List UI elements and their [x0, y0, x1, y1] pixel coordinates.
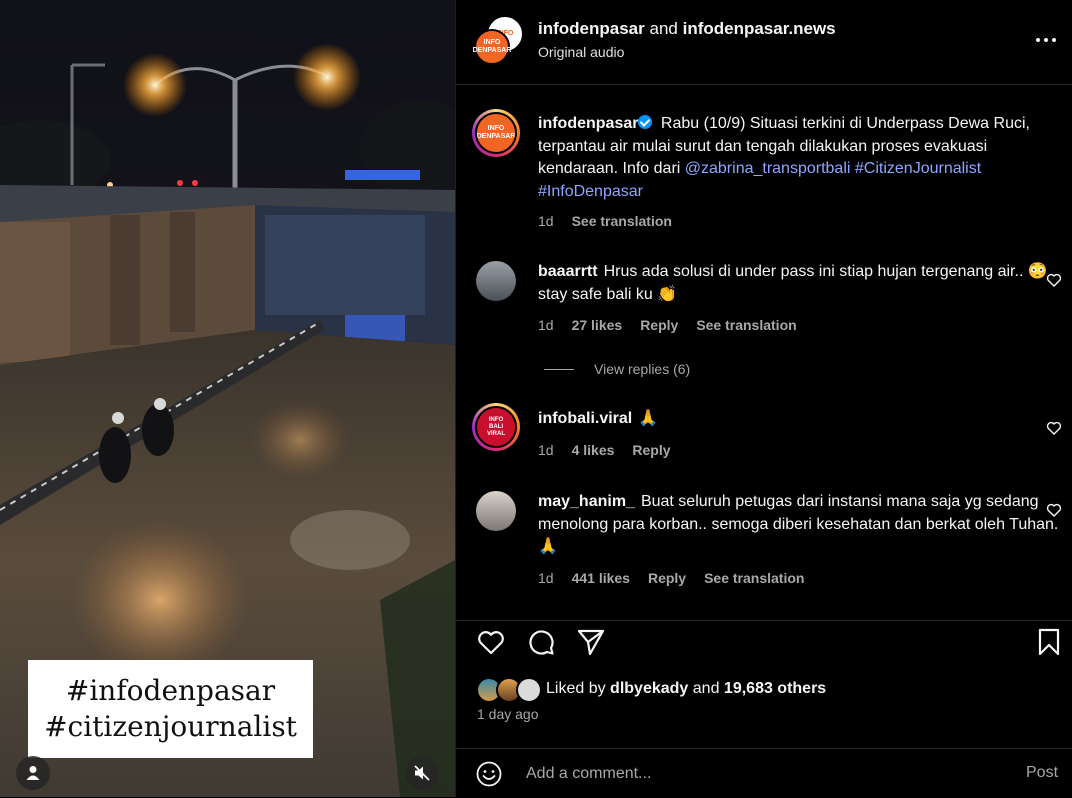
author-link-infodenpasar[interactable]: infodenpasar [538, 19, 645, 38]
view-replies-button[interactable]: View replies (6) [544, 361, 690, 377]
comment-username[interactable]: baaarrtt [538, 263, 598, 280]
likes-conjunction: and [692, 680, 720, 697]
post-date[interactable]: 1 day ago [477, 706, 539, 722]
more-dot-icon [1052, 38, 1056, 42]
hashtag-link-infodenpasar[interactable]: #InfoDenpasar [538, 183, 643, 200]
reply-button[interactable]: Reply [640, 317, 678, 333]
comment-text: Hrus ada solusi di under pass ini stiap … [538, 263, 1048, 303]
authors-conjunction: and [649, 19, 678, 38]
comment-time: 1d [538, 317, 554, 333]
comment-username[interactable]: may_hanim_ [538, 493, 635, 510]
audio-link[interactable]: Original audio [538, 44, 624, 60]
post-header: INFO INFO DENPASAR infodenpasar and info… [456, 0, 1072, 85]
logo-text-info: INFO [483, 39, 501, 46]
collab-avatars[interactable]: INFO INFO DENPASAR [472, 17, 522, 65]
comment-time: 1d [538, 442, 554, 458]
verified-badge-icon [638, 115, 653, 129]
mention-link[interactable]: @zabrina_transportbali [685, 160, 851, 177]
caption-time: 1d [538, 213, 554, 229]
post-authors: infodenpasar and infodenpasar.news [538, 19, 836, 39]
see-translation-button[interactable]: See translation [704, 570, 804, 586]
instagram-post-modal: #infodenpasar #citizenjournalist INFO IN… [0, 0, 1072, 797]
comment-username[interactable]: infobali.viral [538, 410, 632, 427]
speaker-muted-icon [414, 765, 430, 781]
post-video[interactable]: #infodenpasar #citizenjournalist [0, 0, 455, 797]
more-dot-icon [1044, 38, 1048, 42]
liker-username[interactable]: dlbyekady [610, 680, 688, 698]
comment-text: 🙏 [638, 410, 659, 427]
replies-divider-line [544, 368, 574, 370]
see-translation-button[interactable]: See translation [696, 317, 796, 333]
comment-body: infobali.viral 🙏 [538, 408, 1063, 431]
mute-toggle-button[interactable] [405, 756, 439, 790]
post-action-bar [456, 620, 1072, 669]
commenter-avatar[interactable] [476, 491, 516, 531]
commenter-avatar[interactable]: INFO BALI VIRAL [472, 403, 520, 451]
avatar-infodenpasar: INFO DENPASAR [472, 29, 512, 65]
comment-body: may_hanim_ Buat seluruh petugas dari inst… [538, 491, 1063, 559]
comment-meta: 1d 441 likes Reply See translation [538, 570, 804, 586]
comment-input[interactable] [526, 763, 986, 785]
user-tag-icon [26, 766, 40, 780]
more-options-button[interactable] [1034, 30, 1058, 50]
caption-meta: 1d See translation [538, 213, 672, 229]
logo-text-viral: VIRAL [487, 430, 505, 437]
caption-username[interactable]: infodenpasar [538, 115, 638, 132]
liked-by-prefix: Liked by [546, 680, 606, 697]
reply-button[interactable]: Reply [648, 570, 686, 586]
post-side-panel: INFO INFO DENPASAR infodenpasar and info… [455, 0, 1072, 797]
comment-likes-count[interactable]: 27 likes [572, 317, 623, 333]
caption-avatar[interactable]: INFO DENPASAR [472, 109, 520, 157]
emoji-smiley-icon[interactable] [476, 761, 502, 787]
tagged-users-button[interactable] [16, 756, 50, 790]
comment-composer: Post [456, 748, 1072, 798]
liker-avatar [516, 677, 542, 703]
share-paper-plane-icon[interactable] [576, 627, 606, 657]
comment-bubble-icon[interactable] [526, 627, 556, 657]
comment-time: 1d [538, 570, 554, 586]
hashtag-overlay-text: #infodenpasar #citizenjournalist [28, 660, 313, 758]
logo-text-denpasar: DENPASAR [472, 47, 512, 54]
comment-like-heart-icon[interactable] [1046, 272, 1062, 288]
hashtag-link-citizenjournalist[interactable]: #CitizenJournalist [855, 160, 981, 177]
more-dot-icon [1036, 38, 1040, 42]
view-replies-label: View replies (6) [594, 361, 691, 377]
comment-meta: 1d 4 likes Reply [538, 442, 671, 458]
logo-text-info: INFO [487, 125, 505, 132]
see-translation-button[interactable]: See translation [572, 213, 672, 229]
comment-like-heart-icon[interactable] [1046, 502, 1062, 518]
reply-button[interactable]: Reply [632, 442, 670, 458]
comments-scroll-area[interactable]: INFO DENPASAR infodenpasar Rabu (10/9) S… [456, 85, 1072, 620]
author-link-infodenpasar-news[interactable]: infodenpasar.news [683, 19, 836, 38]
commenter-avatar[interactable] [476, 261, 516, 301]
overlay-hashtag-citizenjournalist: #citizenjournalist [44, 710, 297, 743]
comment-like-heart-icon[interactable] [1046, 420, 1062, 436]
likes-others-count[interactable]: 19,683 others [724, 680, 826, 698]
comment-body: baaarrtt Hrus ada solusi di under pass in… [538, 261, 1063, 306]
likes-summary: Liked by dlbyekady and 19,683 others [476, 676, 826, 703]
comment-meta: 1d 27 likes Reply See translation [538, 317, 797, 333]
comment-likes-count[interactable]: 441 likes [572, 570, 630, 586]
logo-text-info: INFO [488, 416, 504, 423]
like-heart-icon[interactable] [476, 627, 506, 657]
liker-avatars[interactable] [476, 676, 542, 703]
logo-text-bali: BALI [489, 423, 503, 430]
caption-body: infodenpasar Rabu (10/9) Situasi terkini… [538, 113, 1063, 203]
post-comment-button[interactable]: Post [1026, 764, 1058, 782]
save-bookmark-icon[interactable] [1034, 627, 1064, 657]
logo-text-denpasar: DENPASAR [476, 133, 516, 140]
comment-likes-count[interactable]: 4 likes [572, 442, 615, 458]
overlay-hashtag-infodenpasar: #infodenpasar [65, 674, 276, 707]
